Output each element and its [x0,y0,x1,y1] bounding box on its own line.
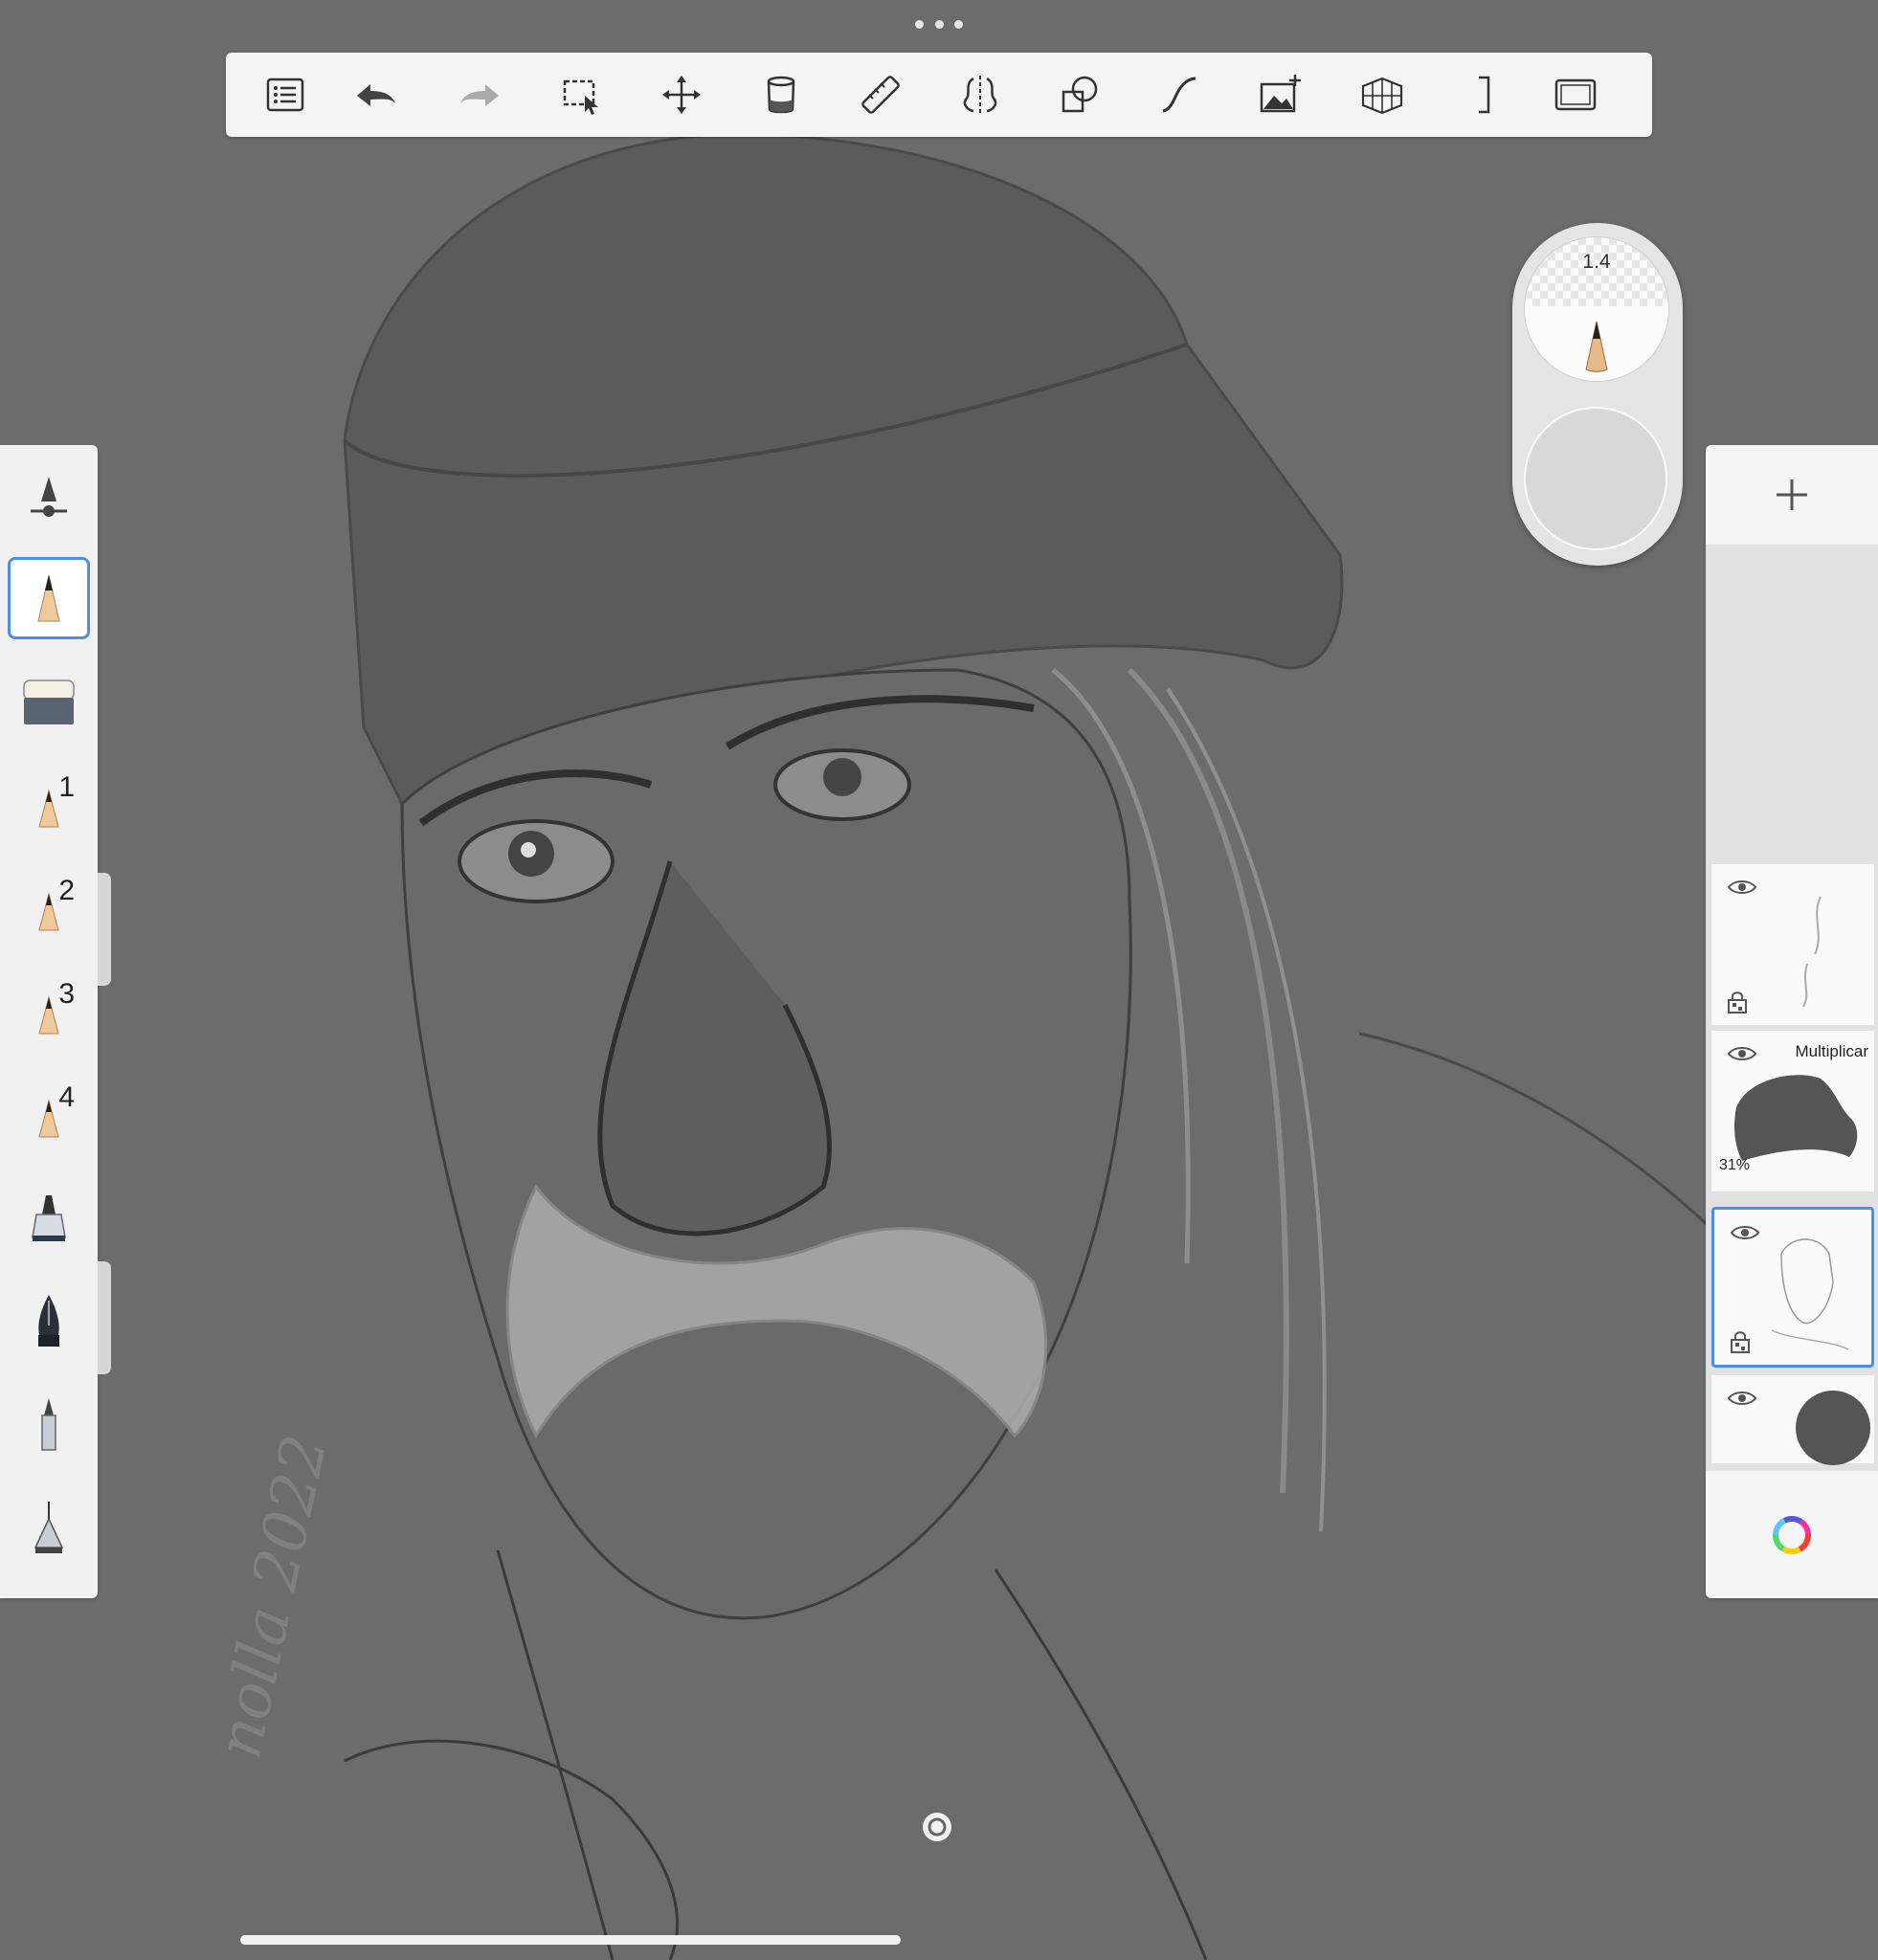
fountain-pen-icon [38,1295,59,1347]
pencil-tip-icon [1585,321,1608,372]
eye-icon[interactable] [1727,1389,1757,1408]
opacity-label: 31% [1719,1157,1751,1173]
shapes-button[interactable] [1051,66,1108,123]
alpha-lock-icon[interactable] [1730,1330,1751,1353]
dot-icon [915,19,924,29]
brush-size-control[interactable]: 1.4 [1524,236,1669,382]
brush-opacity-control[interactable] [1524,407,1667,550]
pencil-button[interactable] [8,557,90,639]
canvas-rotate-icon[interactable] [921,1811,953,1843]
blend-mode-label: Multiplicar [1795,1042,1868,1060]
ballpoint-pen-icon [41,1398,56,1451]
layer-sketch[interactable] [1711,1207,1874,1368]
fill-button[interactable] [752,66,810,123]
brush-settings-icon [31,477,67,517]
pencil-preset-4-button[interactable]: 4 [8,1074,90,1156]
perspective-button[interactable] [1353,66,1411,123]
selection-button[interactable] [553,66,611,123]
background-color-swatch[interactable] [1796,1391,1870,1465]
ballpoint-pen-button[interactable] [8,1384,90,1466]
marker-icon [32,1195,66,1241]
pencil-preset-1-button[interactable]: 1 [8,764,90,846]
fineliner-icon [34,1502,64,1553]
eraser-icon [23,679,75,724]
layer-thumbnail [1802,896,1822,1008]
brush-settings-button[interactable] [8,457,90,539]
ruler-button[interactable] [852,66,909,123]
selection-icon [563,79,598,115]
move-icon [662,76,701,114]
palette-grip[interactable] [98,1261,111,1374]
preset-number: 3 [58,978,75,1010]
layer-background[interactable] [1711,1375,1874,1465]
gallery-list-button[interactable] [257,66,314,123]
crop-bracket-icon [1479,76,1490,114]
pencil-icon [37,574,60,622]
fullscreen-icon [1554,78,1597,111]
fineliner-button[interactable] [8,1487,90,1570]
shapes-icon [1062,76,1098,113]
perspective-icon [1361,77,1403,115]
pencil-preset-3-button[interactable]: 3 [8,970,90,1053]
dot-icon [934,19,944,29]
top-toolbar [226,53,1652,137]
pencil-preset-2-button[interactable]: 2 [8,867,90,949]
preset-number: 2 [58,875,75,906]
fountain-pen-button[interactable] [8,1281,90,1363]
list-icon [266,78,304,112]
undo-icon [357,84,395,106]
brush-puck: 1.4 [1512,223,1683,566]
redo-icon [460,84,499,106]
toolbar-handle[interactable] [915,17,963,31]
fullscreen-button[interactable] [1547,66,1604,123]
brush-size-value: 1.4 [1582,251,1611,273]
layer-signature[interactable] [1711,864,1874,1025]
dot-icon [954,19,963,29]
plus-icon [1777,479,1807,510]
ruler-icon [861,76,900,114]
home-indicator[interactable] [240,1935,901,1945]
stroke-icon [1162,77,1196,113]
undo-button[interactable] [347,66,404,123]
eye-icon[interactable] [1727,878,1757,897]
preset-number: 1 [58,771,75,803]
signature: nolla 2022 [204,1429,342,1764]
crop-button[interactable] [1453,66,1510,123]
eye-icon[interactable] [1727,1044,1757,1063]
palette-grip[interactable] [98,873,111,986]
redo-button[interactable] [452,66,509,123]
eraser-button[interactable] [8,660,90,743]
stroke-button[interactable] [1151,66,1208,123]
preset-number: 4 [58,1081,75,1113]
layers-panel: Multiplicar 31% [1706,445,1878,1598]
symmetry-icon [963,76,997,114]
color-wheel-icon [1773,1515,1811,1554]
brush-palette: 1 2 3 4 [0,445,98,1598]
marker-button[interactable] [8,1177,90,1259]
add-image-button[interactable] [1252,66,1309,123]
symmetry-button[interactable] [951,66,1009,123]
fill-bucket-icon [767,76,795,114]
add-layer-button[interactable] [1706,445,1878,545]
layer-thumbnail [1734,1075,1858,1161]
layer-thumbnail [1771,1238,1849,1350]
alpha-lock-icon[interactable] [1727,991,1748,1013]
add-image-icon [1260,75,1301,113]
color-picker-button[interactable] [1706,1471,1878,1598]
transform-button[interactable] [653,66,710,123]
layer-hat[interactable]: Multiplicar 31% [1711,1031,1874,1192]
